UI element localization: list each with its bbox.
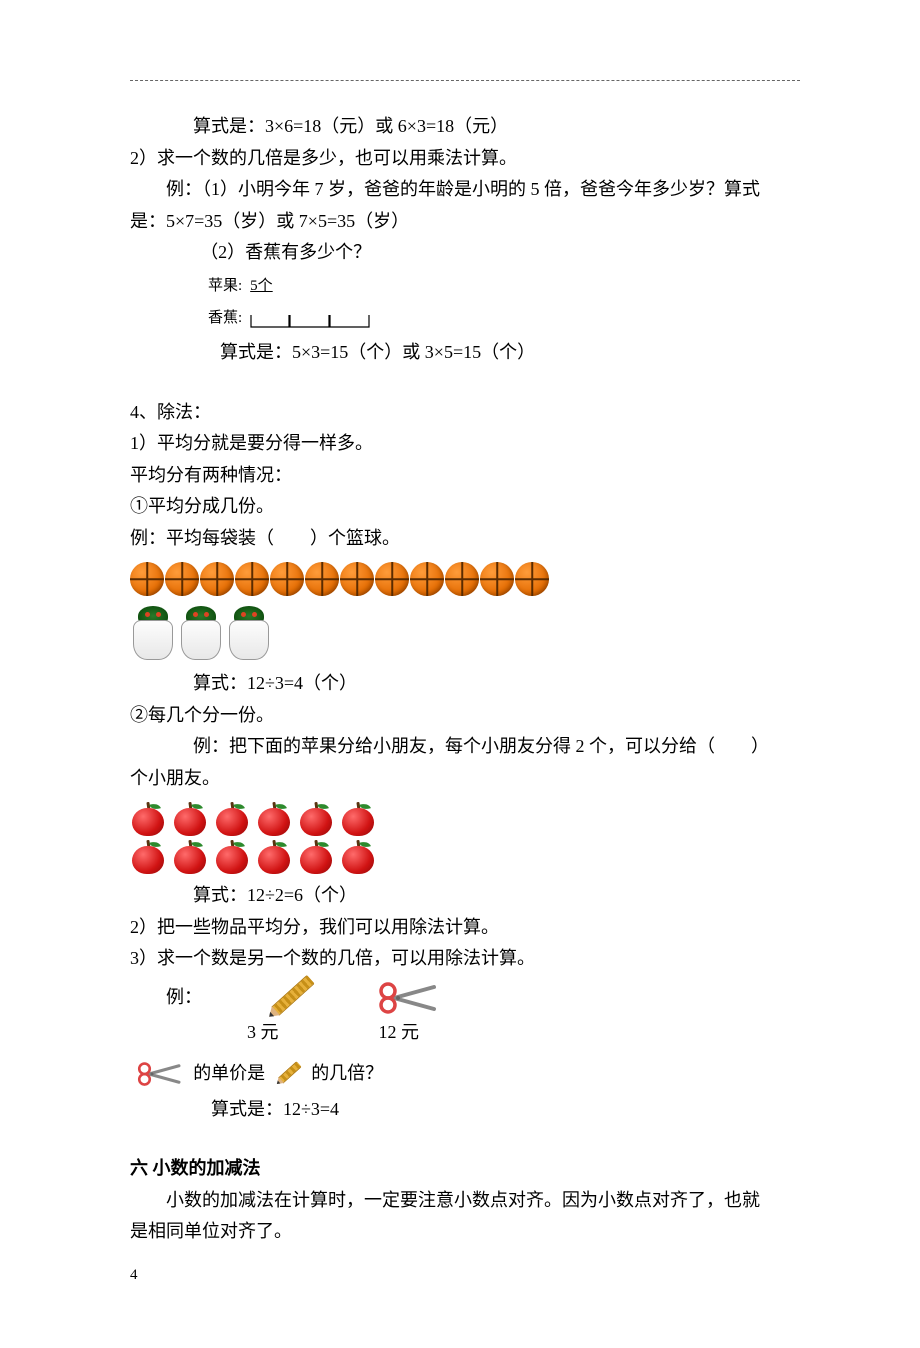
question-row: 的单价是 的几倍？: [130, 1058, 800, 1090]
apple-icon: [130, 800, 166, 836]
body-text: 是：5×7=35（岁）或 7×5=35（岁）: [130, 206, 800, 238]
body-text: 例：把下面的苹果分给小朋友，每个小朋友分得 2 个，可以分给（ ）: [130, 731, 800, 763]
body-text: （2）香蕉有多少个？: [130, 237, 800, 269]
basketball-icon: [305, 562, 339, 596]
pencil-icon: [265, 974, 315, 1020]
apple-icon: [214, 800, 250, 836]
apple-icon: [130, 838, 166, 874]
body-text: 例：（1）小明今年 7 岁，爸爸的年龄是小明的 5 倍，爸爸今年多少岁？算式: [130, 174, 800, 206]
basketball-icon: [130, 562, 164, 596]
basketball-icon: [270, 562, 304, 596]
page-number: 4: [130, 1262, 800, 1288]
price-row: 3 元 12 元: [130, 1017, 800, 1049]
apple-grid: [130, 800, 800, 874]
basketball-icon: [515, 562, 549, 596]
apple-icon: [340, 800, 376, 836]
apple-icon: [256, 838, 292, 874]
example-row: 例：: [130, 981, 800, 1015]
body-text: 例：平均每袋装（ ）个篮球。: [130, 523, 800, 555]
equation-text: 算式是：5×3=15（个）或 3×5=15（个）: [130, 337, 800, 369]
apple-icon: [298, 838, 334, 874]
basketball-icon: [200, 562, 234, 596]
heading: 4、除法：: [130, 397, 800, 429]
question-text: 的单价是: [193, 1058, 265, 1090]
body-text: 是相同单位对齐了。: [130, 1216, 800, 1248]
question-text: 的几倍？: [311, 1058, 383, 1090]
body-text: ②每几个分一份。: [130, 700, 800, 732]
apple-icon: [172, 838, 208, 874]
basketball-icon: [340, 562, 374, 596]
banana-row: 香蕉:: [130, 305, 800, 331]
bag-icon: [226, 602, 272, 660]
body-text: 3）求一个数是另一个数的几倍，可以用除法计算。: [130, 943, 800, 975]
equation-text: 算式是：12÷3=4: [130, 1094, 800, 1126]
basketball-icon: [375, 562, 409, 596]
equation-text: 算式是：3×6=18（元）或 6×3=18（元）: [130, 111, 800, 143]
body-text: 2）求一个数的几倍是多少，也可以用乘法计算。: [130, 143, 800, 175]
apple-icon: [298, 800, 334, 836]
body-text: ①平均分成几份。: [130, 491, 800, 523]
scissors-icon: [378, 981, 442, 1015]
bracket-icon: [250, 313, 370, 331]
basketball-icon: [165, 562, 199, 596]
page-divider: [130, 80, 800, 81]
equation-text: 算式：12÷3=4（个）: [130, 668, 800, 700]
body-text: 2）把一些物品平均分，我们可以用除法计算。: [130, 912, 800, 944]
basketball-icon: [410, 562, 444, 596]
price-text: 12 元: [379, 1017, 420, 1049]
bag-row: [130, 602, 800, 660]
bag-icon: [178, 602, 224, 660]
basketball-row: [130, 562, 800, 596]
basketball-icon: [480, 562, 514, 596]
basketball-icon: [235, 562, 269, 596]
label-banana: 香蕉:: [208, 305, 242, 331]
basketball-icon: [445, 562, 479, 596]
price-text: 3 元: [247, 1017, 279, 1049]
pencil-icon: [274, 1061, 302, 1087]
bag-icon: [130, 602, 176, 660]
apple-icon: [340, 838, 376, 874]
scissors-icon: [137, 1061, 185, 1087]
apple-icon: [256, 800, 292, 836]
heading: 六 小数的加减法: [130, 1153, 800, 1185]
body-text: 个小朋友。: [130, 763, 800, 795]
body-text: 平均分有两种情况：: [130, 460, 800, 492]
apple-count: 5个: [250, 273, 273, 299]
label-apple: 苹果:: [208, 273, 242, 299]
body-text: 小数的加减法在计算时，一定要注意小数点对齐。因为小数点对齐了，也就: [130, 1185, 800, 1217]
apple-icon: [214, 838, 250, 874]
equation-text: 算式：12÷2=6（个）: [130, 880, 800, 912]
apple-row: 苹果: 5个: [130, 273, 800, 299]
apple-icon: [172, 800, 208, 836]
body-text: 1）平均分就是要分得一样多。: [130, 428, 800, 460]
example-label: 例：: [166, 982, 202, 1014]
